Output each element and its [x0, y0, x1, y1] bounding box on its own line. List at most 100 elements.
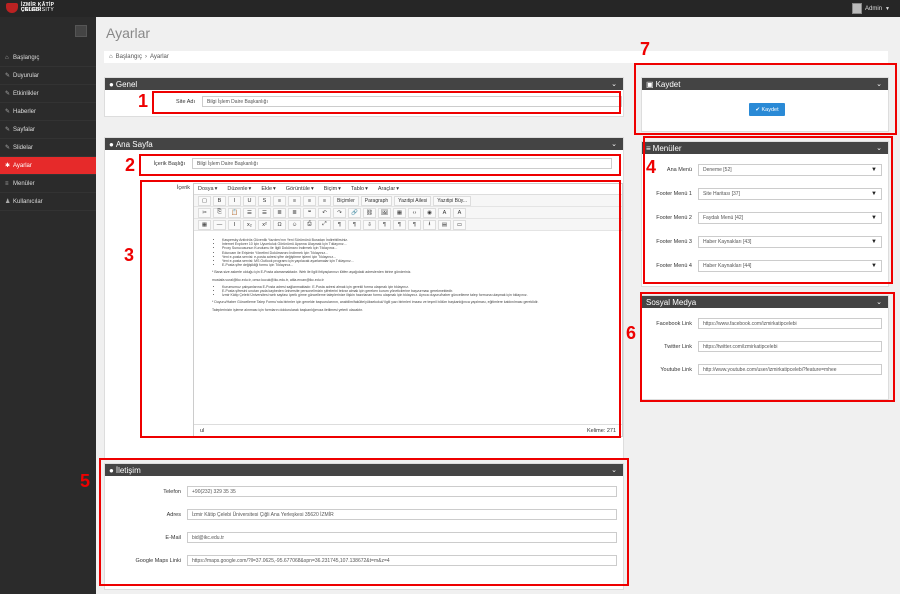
- menu-select[interactable]: Haber Kaynakları [44] ▼: [698, 260, 882, 272]
- editor-toolbar-button[interactable]: Ⅰ: [228, 219, 241, 230]
- collapse-chevron-icon[interactable]: ⌄: [876, 298, 882, 306]
- site-adi-input[interactable]: Bilgi İşlem Daire Başkanlığı: [202, 96, 622, 107]
- collapse-chevron-icon[interactable]: ⌄: [876, 144, 882, 152]
- editor-toolbar-button[interactable]: ≡: [273, 195, 286, 206]
- editor-toolbar-button[interactable]: Yazıtipi Büy...: [433, 195, 472, 206]
- editor-toolbar-button[interactable]: B: [213, 195, 226, 206]
- menu-select[interactable]: Site Haritası [37] ▼: [698, 188, 882, 200]
- editor-menu-item[interactable]: Tablo: [351, 186, 364, 192]
- editor-toolbar-button[interactable]: ‹›: [408, 207, 421, 218]
- editor-toolbar-button[interactable]: 📋: [228, 207, 241, 218]
- editor-menu-item[interactable]: Düzenle: [227, 186, 247, 192]
- editor-menu-item[interactable]: Dosya: [198, 186, 214, 192]
- field-input[interactable]: https://twitter.com/izmirkatipcelebi: [698, 341, 882, 352]
- sidebar-item-haberler[interactable]: ✎ Haberler: [0, 103, 96, 121]
- select-value: Haber Kaynakları [44]: [703, 263, 752, 269]
- editor-toolbar-button[interactable]: ⛓: [363, 207, 376, 218]
- editor-toolbar-button[interactable]: Ω: [273, 219, 286, 230]
- editor-toolbar-button[interactable]: ≡: [318, 195, 331, 206]
- editor-toolbar-button[interactable]: ⇩: [363, 219, 376, 230]
- field-input[interactable]: +90(232) 329 35 35: [187, 486, 617, 497]
- icerik-basligi-input[interactable]: Bilgi İşlem Daire Başkanlığı: [192, 158, 612, 169]
- breadcrumb-home[interactable]: Başlangıç: [116, 54, 142, 60]
- editor-toolbar-button[interactable]: ¶: [378, 219, 391, 230]
- editor-content[interactable]: Kaspersky Antivirüs Güvenlik Yazılımı'nı…: [194, 232, 622, 416]
- editor-toolbar-button[interactable]: Paragraph: [360, 195, 393, 206]
- field-input[interactable]: bid@ikc.edu.tr: [187, 532, 617, 543]
- field-label: Footer Menü 1: [656, 191, 692, 197]
- editor-menu-item[interactable]: Biçim: [324, 186, 337, 192]
- select-value: Deneme [52]: [703, 167, 732, 173]
- editor-toolbar-button[interactable]: ⎙: [303, 219, 316, 230]
- kaydet-panel: ▣ Kaydet ⌄ ✔ Kaydet: [641, 77, 889, 132]
- sidebar-item-kullanıcılar[interactable]: ♟ Kullanıcılar: [0, 193, 96, 211]
- menu-select[interactable]: Deneme [52] ▼: [698, 164, 882, 176]
- sidebar-item-etkinlikler[interactable]: ✎ Etkinlikler: [0, 85, 96, 103]
- editor-toolbar-button[interactable]: ↷: [333, 207, 346, 218]
- field-input[interactable]: http://www.youtube.com/user/izmirkatipce…: [698, 364, 882, 375]
- field-input[interactable]: https://www.facebook.com/izmirkatipceleb…: [698, 318, 882, 329]
- editor-toolbar-button[interactable]: x²: [258, 219, 271, 230]
- editor-toolbar-button[interactable]: ≡: [303, 195, 316, 206]
- save-button[interactable]: ✔ Kaydet: [749, 103, 785, 116]
- editor-menu-item[interactable]: Araçlar: [378, 186, 395, 192]
- editor-toolbar-button[interactable]: A: [453, 207, 466, 218]
- user-menu[interactable]: Admin ▼: [852, 3, 890, 14]
- rich-text-editor[interactable]: Dosya ▾ Düzenle ▾ Ekle ▾ Görüntüle ▾ Biçim ▾…: [193, 183, 623, 437]
- form-row: Footer Menü 3 Haber Kaynakları [43] ▼: [644, 236, 886, 248]
- editor-toolbar-button[interactable]: ▭: [453, 219, 466, 230]
- editor-toolbar-button[interactable]: ¶: [393, 219, 406, 230]
- editor-toolbar-button[interactable]: ☺: [288, 219, 301, 230]
- editor-toolbar-button[interactable]: 🔗: [348, 207, 361, 218]
- editor-toolbar-button[interactable]: ☰: [243, 207, 256, 218]
- editor-toolbar-button[interactable]: ¶: [333, 219, 346, 230]
- editor-menu-item[interactable]: Görüntüle: [286, 186, 310, 192]
- editor-toolbar-button[interactable]: ❝: [303, 207, 316, 218]
- editor-toolbar-button[interactable]: ⎘: [213, 207, 226, 218]
- sidebar-toggle-button[interactable]: [75, 25, 87, 37]
- field-input[interactable]: https://maps.google.com/?ll=37.0625,-95.…: [187, 555, 617, 566]
- menu-select[interactable]: Faydalı Menü [42] ▼: [698, 212, 882, 224]
- sidebar-item-slidelar[interactable]: ✎ Slidelar: [0, 139, 96, 157]
- sidebar-item-ayarlar[interactable]: ✱ Ayarlar: [0, 157, 96, 175]
- sidebar-item-başlangıç[interactable]: ⌂ Başlangıç: [0, 49, 96, 67]
- sidebar-item-duyurular[interactable]: ✎ Duyurular: [0, 67, 96, 85]
- editor-toolbar-button[interactable]: ✂: [198, 207, 211, 218]
- editor-toolbar-button[interactable]: ≡: [288, 195, 301, 206]
- kaydet-title: Kaydet: [655, 79, 681, 89]
- editor-toolbar-button[interactable]: ◉: [423, 207, 436, 218]
- sidebar-item-sayfalar[interactable]: ✎ Sayfalar: [0, 121, 96, 139]
- editor-toolbar-button[interactable]: Yazıtipi Ailesi: [394, 195, 432, 206]
- editor-toolbar-button[interactable]: A: [438, 207, 451, 218]
- genel-panel-header: ● Genel ⌄: [105, 78, 623, 90]
- sidebar-item-menüler[interactable]: ≡ Menüler: [0, 175, 96, 193]
- editor-toolbar-button[interactable]: ▦: [393, 207, 406, 218]
- university-logo[interactable]: İZMİR KÂTİP ÇELEBİ UNIVERSITY: [6, 3, 58, 14]
- collapse-chevron-icon[interactable]: ⌄: [611, 80, 617, 88]
- editor-list-item: İzmir Kâtip Çelebi Üniversitesi web sayf…: [222, 293, 604, 297]
- editor-toolbar-button[interactable]: ▢: [198, 195, 211, 206]
- editor-toolbar-button[interactable]: ↶: [318, 207, 331, 218]
- editor-toolbar-button[interactable]: ☰: [258, 207, 271, 218]
- editor-toolbar-button[interactable]: U: [243, 195, 256, 206]
- editor-toolbar-button[interactable]: ≣: [288, 207, 301, 218]
- editor-toolbar-button[interactable]: ▤: [438, 219, 451, 230]
- editor-toolbar-button[interactable]: x₂: [243, 219, 256, 230]
- editor-toolbar-button[interactable]: I: [228, 195, 241, 206]
- collapse-chevron-icon[interactable]: ⌄: [611, 140, 617, 148]
- editor-toolbar-button[interactable]: ▦: [198, 219, 211, 230]
- menu-select[interactable]: Haber Kaynakları [43] ▼: [698, 236, 882, 248]
- editor-menu-item[interactable]: Ekle: [261, 186, 272, 192]
- editor-toolbar-button[interactable]: ⭳: [423, 219, 436, 230]
- editor-toolbar-button[interactable]: S: [258, 195, 271, 206]
- editor-toolbar-button[interactable]: ¶: [408, 219, 421, 230]
- editor-toolbar-button[interactable]: —: [213, 219, 226, 230]
- field-input[interactable]: İzmir Kâtip Çelebi Üniversitesi Çiğli An…: [187, 509, 617, 520]
- editor-toolbar-button[interactable]: 🖼: [378, 207, 391, 218]
- editor-toolbar-button[interactable]: ⤢: [318, 219, 331, 230]
- editor-toolbar-button[interactable]: Biçimler: [333, 195, 359, 206]
- editor-toolbar-button[interactable]: ¶: [348, 219, 361, 230]
- collapse-chevron-icon[interactable]: ⌄: [611, 466, 617, 474]
- collapse-chevron-icon[interactable]: ⌄: [876, 80, 882, 88]
- editor-toolbar-button[interactable]: ≣: [273, 207, 286, 218]
